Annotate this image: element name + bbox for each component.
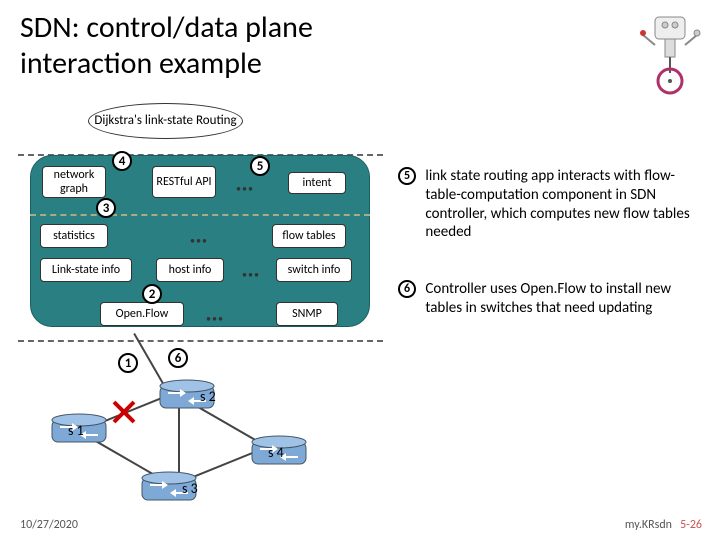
dots-top [236,178,252,182]
switch-s2-label: s 2 [200,388,216,405]
dots-mid2 [242,264,258,268]
step-6-circle: 6 [168,348,188,368]
dots-mid1 [190,230,206,234]
switch-s4-label: s 4 [268,444,284,461]
bullet-6-number: 6 [398,280,416,298]
box-snmp: SNMP [276,302,338,326]
step-2-circle: 2 [142,284,162,304]
box-statistics: statistics [40,224,108,248]
step-1-circle: 1 [118,353,138,373]
dots-bot [206,308,222,312]
link-broken-icon [110,398,138,426]
switch-s3-label: s 3 [182,480,198,497]
step-5-circle: 5 [250,156,270,176]
slide-title: SDN: control/data plane interaction exam… [20,10,313,82]
box-restful-api: RESTful API [152,166,216,198]
bullet-5-text: link state routing app interacts with fl… [425,167,693,242]
box-link-state: Link-state info [40,258,132,282]
step-4-circle: 4 [112,151,132,171]
box-openflow: Open.Flow [100,302,184,326]
dashed-bottom-separator [18,340,383,342]
footer-right: my.KRsdn 5-26 [625,518,702,532]
bullet-5-number: 5 [398,167,416,185]
bullet-6: 6 Controller uses Open.Flow to install n… [398,280,698,318]
footer-page: 5-26 [680,518,702,532]
bullet-5: 5 link state routing app interacts with … [398,167,698,242]
title-line2: interaction example [20,45,262,82]
switch-s1-label: s 1 [68,422,84,439]
step-3-circle: 3 [96,198,116,218]
footer-source: my.KRsdn [625,518,672,532]
dijkstra-label: Dijkstra's link-state Routing [94,114,236,128]
bullet-6-text: Controller uses Open.Flow to install new… [425,280,693,318]
title-line1: SDN: control/data plane [20,9,313,46]
footer-date: 10/27/2020 [20,518,78,532]
box-intent: intent [288,172,346,194]
box-network-graph: network graph [42,166,106,198]
box-host-info: host info [156,258,224,282]
controller-midline [30,214,370,216]
dijkstra-app-oval: Dijkstra's link-state Routing [88,103,243,139]
box-flow-tables: flow tables [272,224,346,248]
robot-unicycle-icon [635,5,705,95]
box-switch-info: switch info [276,258,352,282]
